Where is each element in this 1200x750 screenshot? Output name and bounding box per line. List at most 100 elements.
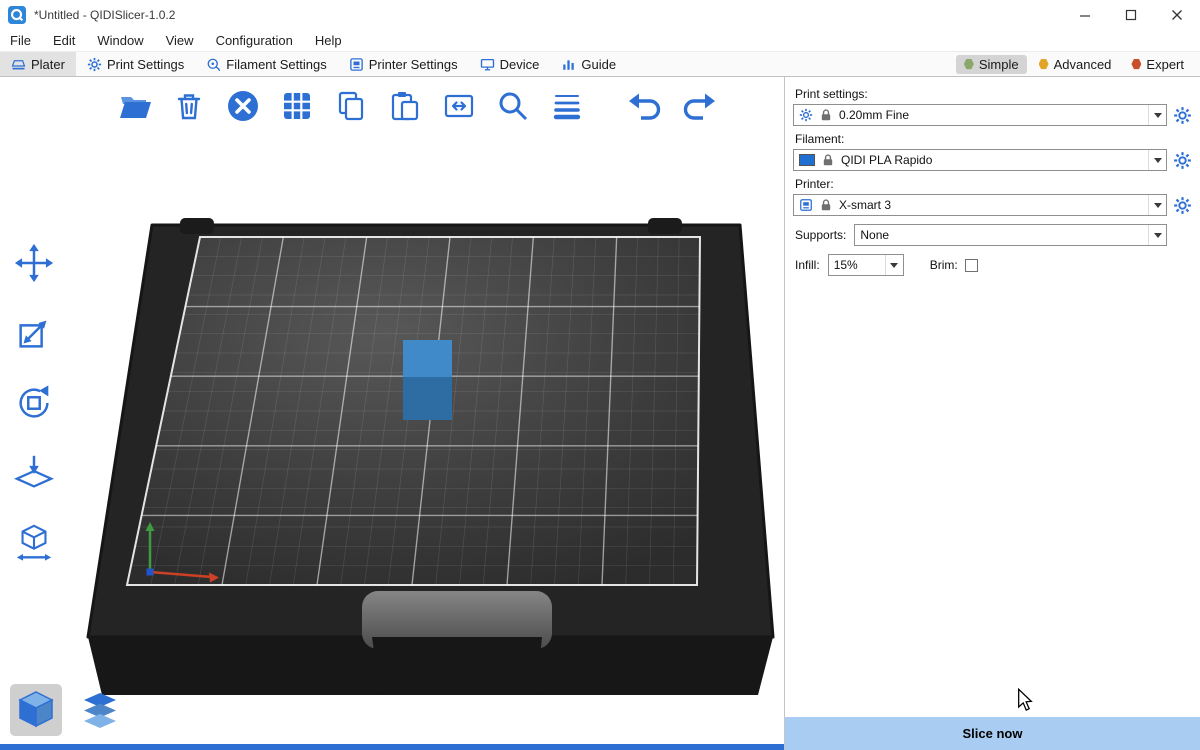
redo-icon[interactable] <box>676 83 722 129</box>
filament-gear-button[interactable] <box>1173 151 1192 170</box>
print-settings-label: Print settings: <box>795 87 1192 101</box>
mode-selector: Simple Advanced Expert <box>956 52 1200 76</box>
gear-icon <box>799 108 813 122</box>
scale-icon[interactable] <box>6 307 62 359</box>
printer-gear-button[interactable] <box>1173 196 1192 215</box>
lock-icon <box>819 108 833 122</box>
viewport-toolbar <box>112 83 722 129</box>
tab-device[interactable]: Device <box>469 52 551 76</box>
split-icon[interactable] <box>436 83 482 129</box>
tab-print-settings[interactable]: Print Settings <box>76 52 195 76</box>
filament-select[interactable]: QIDI PLA Rapido <box>793 149 1167 171</box>
infill-label: Infill: <box>795 258 820 272</box>
settings-sidebar: Print settings: 0.20mm Fine Filament: QI… <box>785 77 1200 750</box>
gear-icon <box>87 57 102 72</box>
rotate-icon[interactable] <box>6 377 62 429</box>
window-controls <box>1062 0 1200 30</box>
expert-mode-icon <box>1131 59 1141 70</box>
tab-label: Plater <box>31 57 65 72</box>
supports-label: Supports: <box>795 228 846 242</box>
measure-icon[interactable] <box>6 517 62 569</box>
printer-select[interactable]: X-smart 3 <box>793 194 1167 216</box>
printer-label: Printer: <box>795 177 1192 191</box>
mode-expert[interactable]: Expert <box>1123 55 1192 74</box>
delete-all-icon[interactable] <box>220 83 266 129</box>
tab-label: Print Settings <box>107 57 184 72</box>
printer-value: X-smart 3 <box>839 198 891 212</box>
search-icon[interactable] <box>490 83 536 129</box>
undo-icon[interactable] <box>622 83 668 129</box>
mode-label: Advanced <box>1054 57 1112 72</box>
menu-bar: File Edit Window View Configuration Help <box>0 30 1200 52</box>
mode-simple[interactable]: Simple <box>956 55 1027 74</box>
close-icon[interactable] <box>1154 0 1200 30</box>
preview-view-icon[interactable] <box>74 684 126 736</box>
copy-icon[interactable] <box>328 83 374 129</box>
tab-printer-settings[interactable]: Printer Settings <box>338 52 469 76</box>
brim-checkbox[interactable] <box>965 259 978 272</box>
lock-icon <box>821 153 835 167</box>
print-settings-gear-button[interactable] <box>1173 106 1192 125</box>
app-window: *Untitled - QIDISlicer-1.0.2 File Edit W… <box>0 0 1200 750</box>
filament-label: Filament: <box>795 132 1192 146</box>
tab-label: Device <box>500 57 540 72</box>
lock-icon <box>819 198 833 212</box>
slice-now-button[interactable]: Slice now <box>785 717 1200 750</box>
tab-label: Guide <box>581 57 616 72</box>
open-icon[interactable] <box>112 83 158 129</box>
mode-advanced[interactable]: Advanced <box>1031 55 1120 74</box>
menu-configuration[interactable]: Configuration <box>216 33 293 48</box>
chevron-down-icon <box>1148 105 1166 125</box>
mode-label: Expert <box>1146 57 1184 72</box>
move-icon[interactable] <box>6 237 62 289</box>
menu-window[interactable]: Window <box>97 33 143 48</box>
maximize-icon[interactable] <box>1108 0 1154 30</box>
tab-bar: Plater Print Settings Filament Settings … <box>0 52 1200 77</box>
paste-icon[interactable] <box>382 83 428 129</box>
tab-label: Filament Settings <box>226 57 326 72</box>
advanced-mode-icon <box>1039 59 1049 70</box>
layer-slider-bar[interactable] <box>0 744 784 750</box>
mode-label: Simple <box>979 57 1019 72</box>
simple-mode-icon <box>964 59 974 70</box>
chevron-down-icon <box>1148 225 1166 245</box>
3d-scene <box>0 77 785 750</box>
editor-view-icon[interactable] <box>10 684 62 736</box>
infill-value: 15% <box>834 258 858 272</box>
print-settings-value: 0.20mm Fine <box>839 108 909 122</box>
menu-file[interactable]: File <box>10 33 31 48</box>
minimize-icon[interactable] <box>1062 0 1108 30</box>
supports-select[interactable]: None <box>854 224 1167 246</box>
main-area: Print settings: 0.20mm Fine Filament: QI… <box>0 77 1200 750</box>
device-icon <box>480 57 495 72</box>
print-settings-select[interactable]: 0.20mm Fine <box>793 104 1167 126</box>
chevron-down-icon <box>885 255 903 275</box>
title-bar: *Untitled - QIDISlicer-1.0.2 <box>0 0 1200 30</box>
infill-select[interactable]: 15% <box>828 254 904 276</box>
3d-viewport[interactable] <box>0 77 785 750</box>
tab-filament-settings[interactable]: Filament Settings <box>195 52 337 76</box>
arrange-icon[interactable] <box>274 83 320 129</box>
plater-icon <box>11 57 26 72</box>
printer-icon <box>799 198 813 212</box>
brim-label: Brim: <box>930 258 958 272</box>
chevron-down-icon <box>1148 195 1166 215</box>
gizmo-toolbar <box>6 237 62 569</box>
supports-value: None <box>860 228 889 242</box>
flatten-icon[interactable] <box>6 447 62 499</box>
tab-guide[interactable]: Guide <box>550 52 627 76</box>
menu-edit[interactable]: Edit <box>53 33 75 48</box>
menu-view[interactable]: View <box>166 33 194 48</box>
app-icon <box>8 6 26 24</box>
menu-help[interactable]: Help <box>315 33 342 48</box>
view-toggles <box>10 684 126 736</box>
delete-icon[interactable] <box>166 83 212 129</box>
filament-color-swatch <box>799 154 815 166</box>
chevron-down-icon <box>1148 150 1166 170</box>
model-cube[interactable] <box>403 340 452 420</box>
filament-value: QIDI PLA Rapido <box>841 153 932 167</box>
layer-height-icon[interactable] <box>544 83 590 129</box>
tab-plater[interactable]: Plater <box>0 52 76 76</box>
tab-label: Printer Settings <box>369 57 458 72</box>
printer-icon <box>349 57 364 72</box>
